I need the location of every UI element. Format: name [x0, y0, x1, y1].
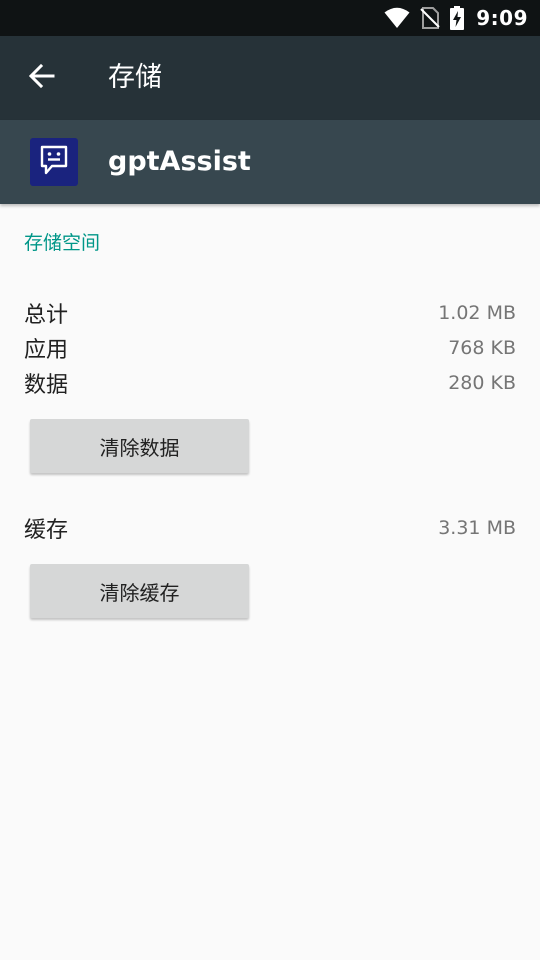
- app-name: gptAssist: [108, 146, 251, 177]
- page-title: 存储: [108, 62, 162, 93]
- row-label: 缓存: [24, 518, 69, 543]
- storage-row-total: 总计 1.02 MB: [24, 297, 516, 329]
- wifi-icon: [384, 7, 410, 29]
- row-value: 1.02 MB: [438, 302, 516, 324]
- row-value: 3.31 MB: [438, 517, 516, 539]
- back-button[interactable]: [18, 56, 66, 100]
- status-icons: 9:09: [384, 0, 528, 36]
- row-label: 应用: [24, 338, 69, 363]
- status-time: 9:09: [476, 6, 528, 30]
- storage-section-title: 存储空间: [24, 232, 101, 254]
- chat-face-icon: [38, 144, 70, 180]
- row-value: 768 KB: [448, 337, 516, 359]
- clear-cache-button[interactable]: 清除缓存: [30, 564, 249, 618]
- row-label: 数据: [24, 373, 69, 398]
- row-label: 总计: [24, 303, 69, 328]
- row-value: 280 KB: [448, 372, 516, 394]
- status-bar: 9:09: [0, 0, 540, 36]
- storage-row-data: 数据 280 KB: [24, 367, 516, 399]
- app-icon: [30, 138, 78, 186]
- cache-row: 缓存 3.31 MB: [24, 512, 516, 544]
- battery-charging-icon: [450, 6, 465, 30]
- no-sim-icon: [420, 7, 440, 29]
- arrow-left-icon: [28, 63, 55, 93]
- storage-row-app: 应用 768 KB: [24, 332, 516, 364]
- app-header: gptAssist: [0, 120, 540, 204]
- clear-data-button[interactable]: 清除数据: [30, 419, 249, 473]
- toolbar: 存储: [0, 36, 540, 120]
